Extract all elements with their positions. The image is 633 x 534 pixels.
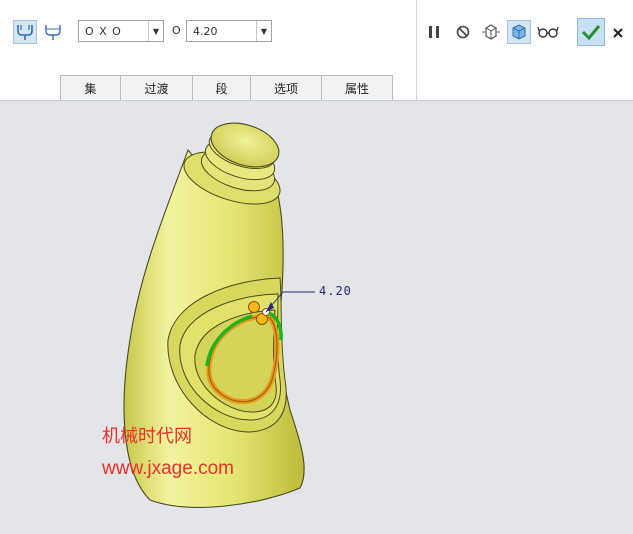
toolbar-divider — [416, 0, 417, 100]
round-mode-select[interactable]: O X O ▼ — [78, 20, 164, 42]
no-preview-icon[interactable] — [451, 20, 475, 44]
feature-tabs: 集 过渡 段 选项 属性 — [60, 75, 393, 100]
chevron-down-icon[interactable]: ▼ — [256, 21, 271, 41]
round-set-icon[interactable] — [13, 20, 37, 44]
verify-mode-icon[interactable] — [507, 20, 531, 44]
bottle-model[interactable] — [0, 101, 633, 534]
radius-prefix-label: O — [172, 24, 181, 37]
checkmark-icon[interactable] — [577, 18, 605, 46]
watermark-title: 机械时代网 — [102, 426, 192, 447]
glasses-preview-icon[interactable] — [536, 20, 560, 44]
round-transition-icon[interactable] — [41, 20, 65, 44]
pause-icon[interactable] — [422, 20, 446, 44]
tab-options[interactable]: 选项 — [250, 75, 322, 100]
close-icon[interactable] — [608, 22, 628, 44]
tab-sets[interactable]: 集 — [60, 75, 121, 100]
tab-segments[interactable]: 段 — [192, 75, 251, 100]
chevron-down-icon[interactable]: ▼ — [148, 21, 163, 41]
preview-geometry-icon[interactable] — [479, 20, 503, 44]
radius-dimension-label[interactable]: 4.20 — [319, 284, 352, 298]
tab-properties[interactable]: 属性 — [321, 75, 393, 100]
drag-handle[interactable] — [248, 301, 260, 313]
ribbon-toolbar: O X O ▼ O 4.20 ▼ 集 过渡 段 选项 属性 — [0, 0, 633, 101]
watermark-url: www.jxage.com — [102, 458, 234, 479]
tab-transitions[interactable]: 过渡 — [120, 75, 193, 100]
graphics-viewport[interactable]: 4.20 — [0, 101, 633, 534]
radius-value: 4.20 — [193, 24, 218, 38]
round-mode-value: O X O — [85, 24, 122, 38]
radius-input[interactable]: 4.20 ▼ — [186, 20, 272, 42]
